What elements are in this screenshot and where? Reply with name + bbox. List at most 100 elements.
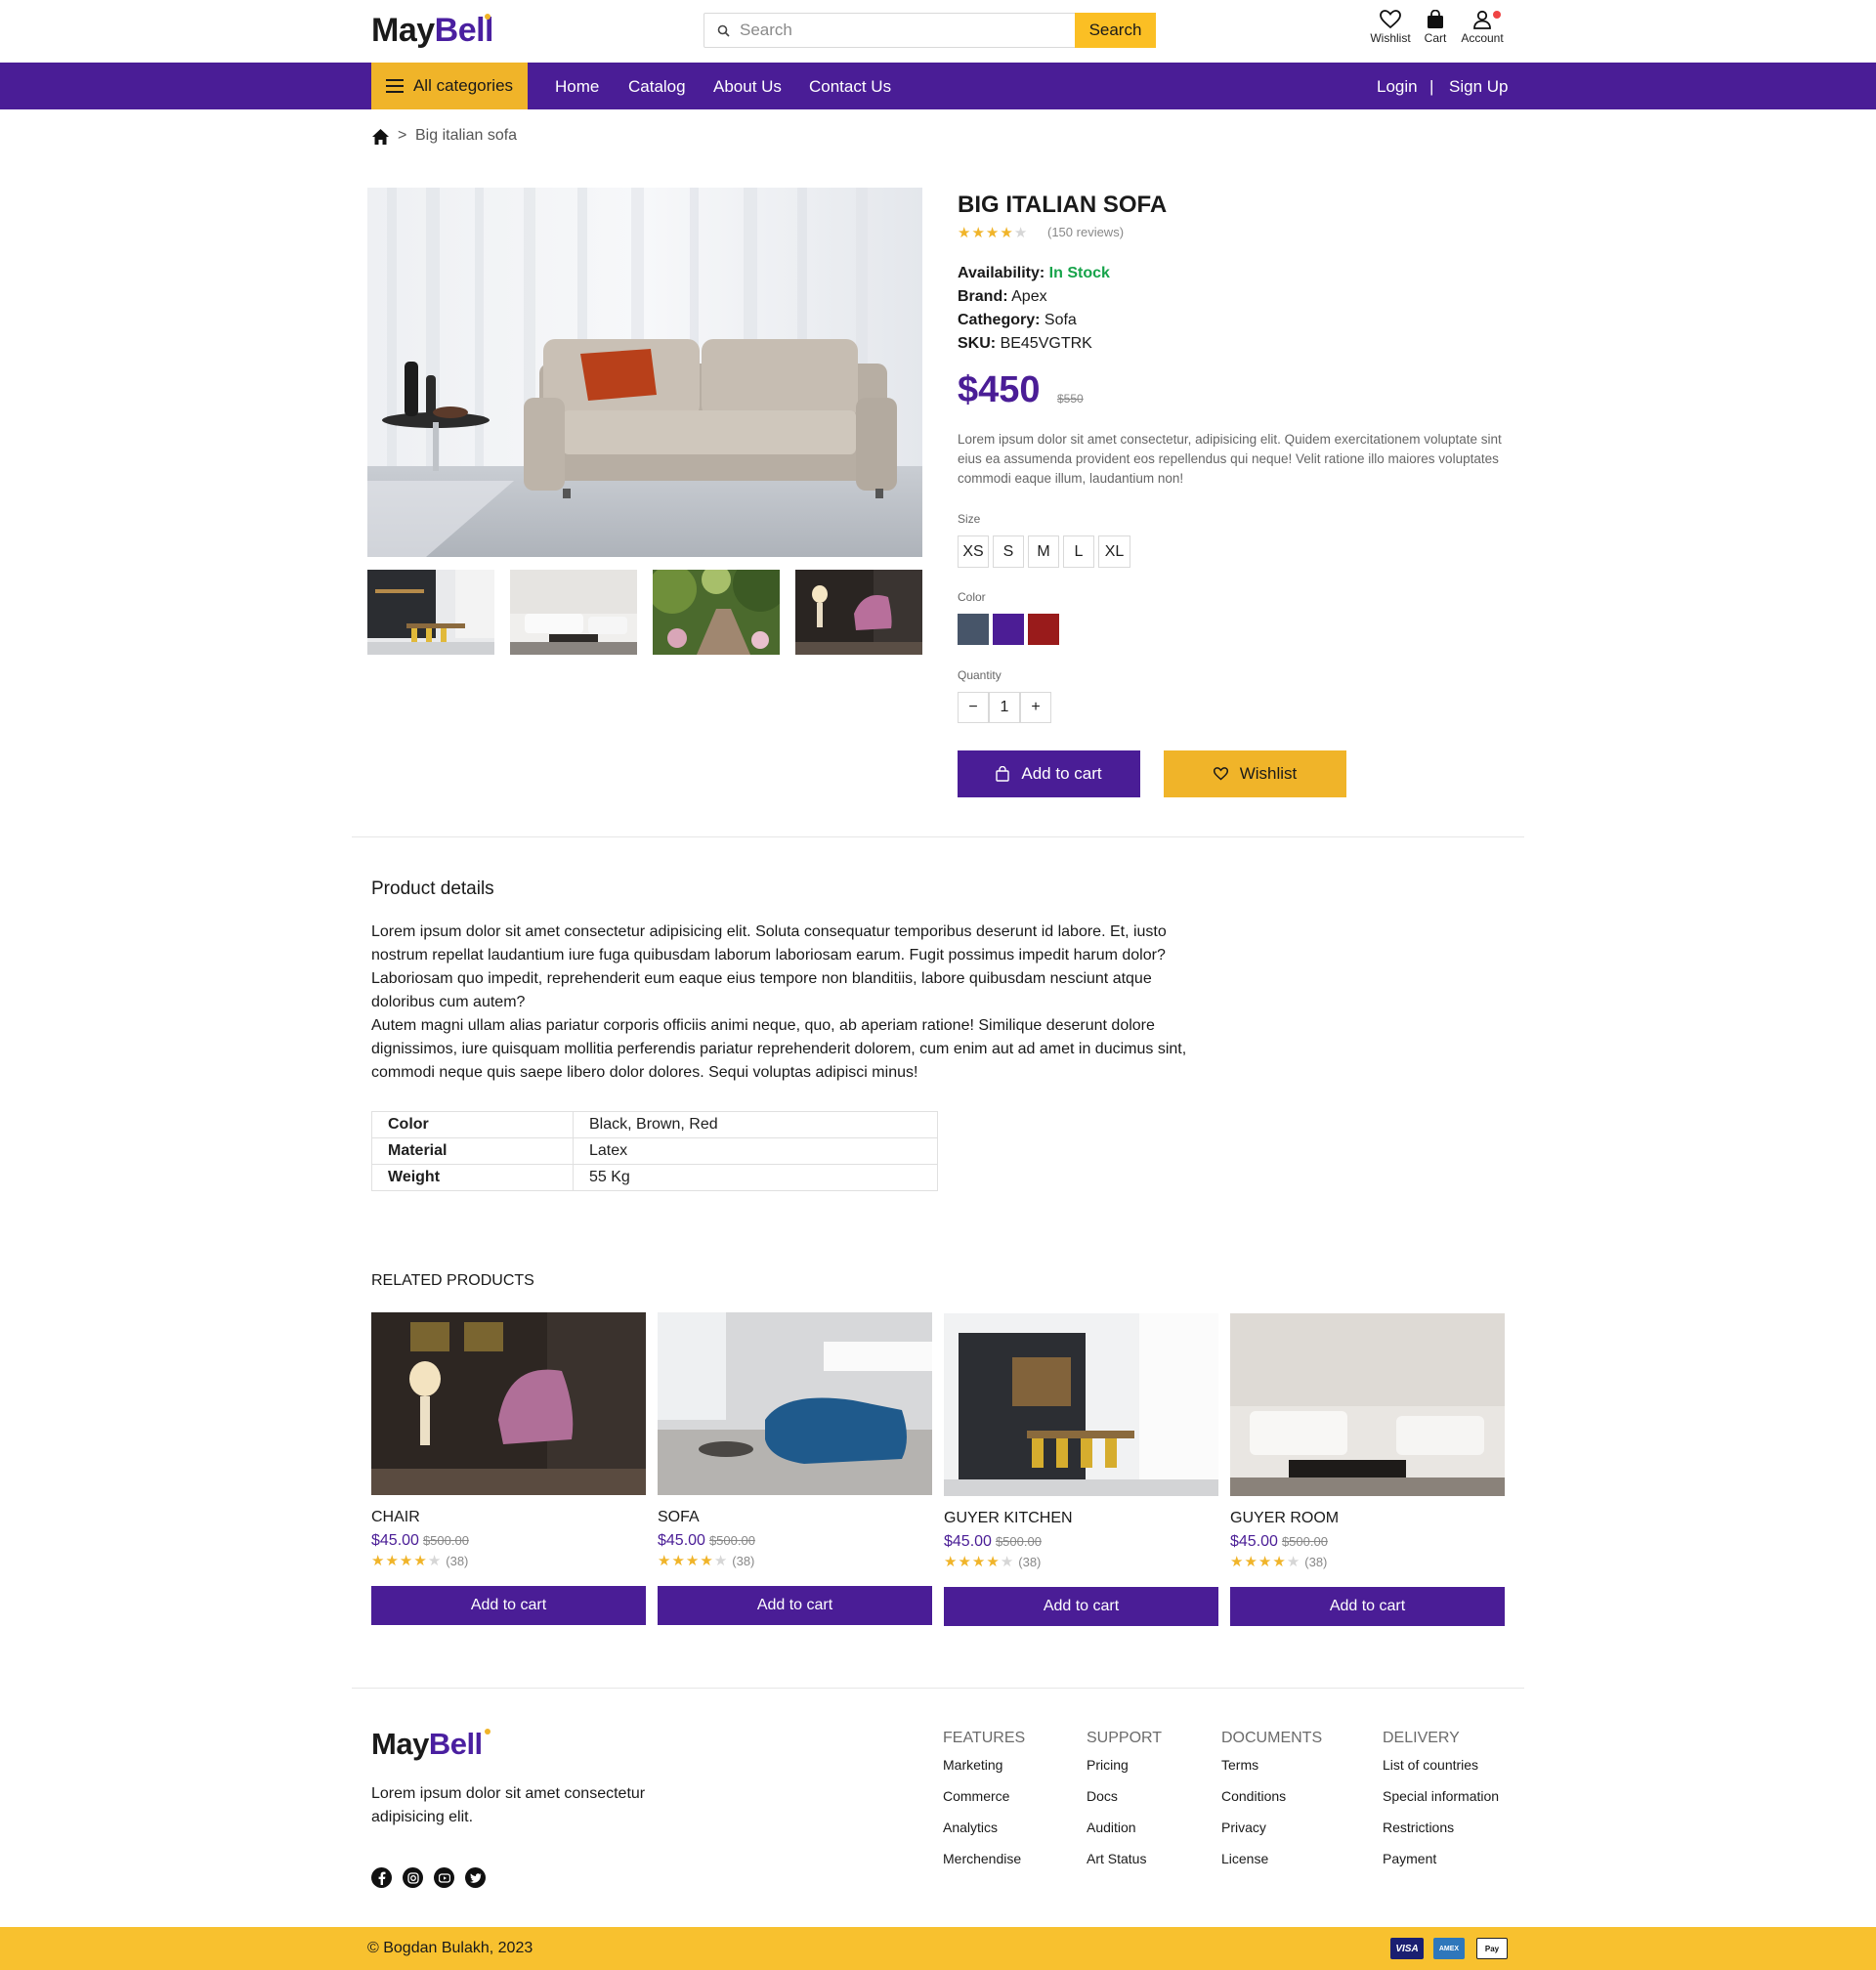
user-icon — [1473, 10, 1491, 29]
product-main-image[interactable] — [367, 188, 922, 557]
quantity-increase-button[interactable]: + — [1020, 692, 1051, 723]
star-icon: ★ — [413, 1553, 427, 1569]
footer-column-features: FEATURES Marketing Commerce Analytics Me… — [943, 1730, 1025, 1882]
related-product-image[interactable] — [1230, 1313, 1505, 1496]
size-option-m[interactable]: M — [1028, 535, 1059, 568]
thumbnail-chair[interactable] — [795, 570, 922, 655]
size-label: Size — [958, 512, 981, 526]
thumbnail-living-room[interactable] — [510, 570, 637, 655]
product-rating: ★ ★ ★ ★ ★ — [371, 1554, 441, 1568]
footer-link[interactable]: Art Status — [1087, 1851, 1162, 1882]
search-button[interactable]: Search — [1075, 13, 1156, 48]
related-product-card: GUYER KITCHEN $45.00 $500.00 ★ ★ ★ ★ ★ (38) Ad… — [944, 1313, 1218, 1626]
footer-link[interactable]: Privacy — [1221, 1820, 1322, 1851]
color-swatch-purple[interactable] — [993, 614, 1024, 645]
star-icon: ★ — [658, 1553, 671, 1569]
quantity-input[interactable]: 1 — [989, 692, 1020, 723]
product-price: $450 — [958, 369, 1041, 410]
footer-link[interactable]: Restrictions — [1383, 1820, 1499, 1851]
footer-link[interactable]: License — [1221, 1851, 1322, 1882]
add-to-cart-button[interactable]: Add to cart — [958, 750, 1140, 797]
footer-link[interactable]: Terms — [1221, 1757, 1322, 1788]
footer-link[interactable]: Docs — [1087, 1788, 1162, 1820]
star-icon: ★ — [685, 1553, 700, 1569]
amex-icon: AMEX — [1433, 1938, 1465, 1959]
search-icon — [717, 24, 730, 37]
related-product-image[interactable] — [658, 1312, 932, 1495]
related-add-to-cart-button[interactable]: Add to cart — [1230, 1587, 1505, 1626]
add-to-wishlist-button[interactable]: Wishlist — [1164, 750, 1346, 797]
category-row: Cathegory: Sofa — [958, 312, 1077, 328]
table-row: Color Black, Brown, Red — [371, 1111, 938, 1138]
star-icon: ★ — [671, 1553, 685, 1569]
size-option-l[interactable]: L — [1063, 535, 1094, 568]
star-icon: ★ — [1272, 1554, 1286, 1570]
footer-link[interactable]: Marketing — [943, 1757, 1025, 1788]
footer-link[interactable]: Merchendise — [943, 1851, 1025, 1882]
star-icon: ★ — [958, 1554, 971, 1570]
related-add-to-cart-button[interactable]: Add to cart — [371, 1586, 646, 1625]
search-input[interactable] — [740, 14, 1111, 47]
nav-home[interactable]: Home — [555, 77, 599, 97]
color-label: Color — [958, 590, 986, 604]
footer-link[interactable]: Analytics — [943, 1820, 1025, 1851]
nav-separator: | — [1429, 77, 1434, 96]
footer-link[interactable]: Audition — [1087, 1820, 1162, 1851]
quantity-label: Quantity — [958, 668, 1002, 682]
related-product-image[interactable] — [371, 1312, 646, 1495]
thumbnail-kitchen[interactable] — [367, 570, 494, 655]
footer-link[interactable]: Conditions — [1221, 1788, 1322, 1820]
star-icon: ★ — [1286, 1554, 1300, 1570]
facebook-icon[interactable] — [371, 1867, 392, 1888]
footer-link[interactable]: Special information — [1383, 1788, 1499, 1820]
footer-link[interactable]: Commerce — [943, 1788, 1025, 1820]
size-option-s[interactable]: S — [993, 535, 1024, 568]
related-add-to-cart-button[interactable]: Add to cart — [658, 1586, 932, 1625]
header: MayBell Search Wishlist Cart Account — [0, 0, 1876, 63]
color-swatch-slate[interactable] — [958, 614, 989, 645]
product-short-description: Lorem ipsum dolor sit amet consectetur, … — [958, 432, 1502, 486]
signup-link[interactable]: Sign Up — [1449, 77, 1508, 97]
star-icon: ★ — [700, 1553, 713, 1569]
twitter-icon[interactable] — [465, 1867, 486, 1888]
related-product-image[interactable] — [944, 1313, 1218, 1496]
related-product-card: CHAIR $45.00 $500.00 ★ ★ ★ ★ ★ (38) Add to car… — [371, 1312, 646, 1625]
star-icon: ★ — [971, 1554, 986, 1570]
star-icon: ★ — [1013, 225, 1028, 241]
footer-link[interactable]: Payment — [1383, 1851, 1499, 1882]
star-icon: ★ — [986, 1554, 1000, 1570]
login-link[interactable]: Login — [1377, 77, 1418, 97]
product-rating: ★ ★ ★ ★ ★ — [958, 226, 1027, 240]
copyright: © Bogdan Bulakh, 2023 — [367, 1940, 533, 1956]
product-rating: ★ ★ ★ ★ ★ — [1230, 1555, 1300, 1569]
heart-icon — [1213, 767, 1228, 781]
size-option-xs[interactable]: XS — [958, 535, 989, 568]
related-add-to-cart-button[interactable]: Add to cart — [944, 1587, 1218, 1626]
star-icon: ★ — [1258, 1554, 1272, 1570]
apple-pay-icon: Pay — [1476, 1938, 1508, 1959]
footer-link[interactable]: List of countries — [1383, 1757, 1499, 1788]
nav-catalog[interactable]: Catalog — [628, 77, 686, 97]
product-rating: ★ ★ ★ ★ ★ — [944, 1555, 1013, 1569]
star-icon: ★ — [958, 225, 971, 241]
home-icon[interactable] — [371, 128, 390, 146]
nav-about-us[interactable]: About Us — [713, 77, 782, 97]
nav-contact-us[interactable]: Contact Us — [809, 77, 891, 97]
account-link[interactable]: Account — [1448, 10, 1516, 45]
color-swatch-red[interactable] — [1028, 614, 1059, 645]
youtube-icon[interactable] — [434, 1867, 454, 1888]
quantity-decrease-button[interactable]: − — [958, 692, 989, 723]
review-count[interactable]: (150 reviews) — [1047, 225, 1124, 239]
notification-dot — [1493, 11, 1501, 19]
instagram-icon[interactable] — [403, 1867, 423, 1888]
thumbnail-garden[interactable] — [653, 570, 780, 655]
visa-icon: VISA — [1390, 1938, 1424, 1959]
all-categories-button[interactable]: All categories — [371, 63, 528, 109]
star-icon: ★ — [713, 1553, 728, 1569]
footer-link[interactable]: Pricing — [1087, 1757, 1162, 1788]
logo[interactable]: MayBell — [371, 12, 494, 50]
footer-column-support: SUPPORT Pricing Docs Audition Art Status — [1087, 1730, 1162, 1882]
size-option-xl[interactable]: XL — [1098, 535, 1130, 568]
related-product-card: GUYER ROOM $45.00 $500.00 ★ ★ ★ ★ ★ (38) Add t… — [1230, 1313, 1505, 1626]
footer-logo[interactable]: MayBell — [371, 1727, 490, 1762]
